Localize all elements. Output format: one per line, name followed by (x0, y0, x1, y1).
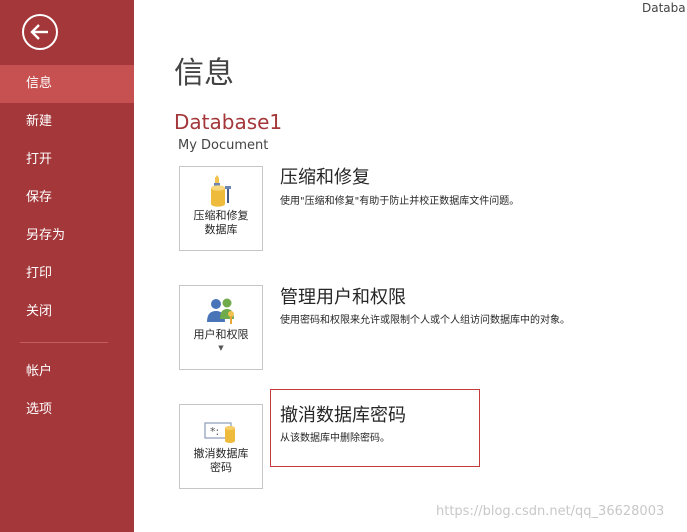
remove-password-title: 撤消数据库密码 (280, 405, 406, 426)
page-title: 信息 (174, 56, 234, 91)
nav-item-save[interactable]: 保存 (0, 179, 134, 217)
compact-repair-label: 压缩和修复 数据库 (193, 209, 249, 236)
database-location: My Document (178, 138, 269, 153)
back-arrow-icon[interactable] (22, 14, 58, 50)
nav-item-new[interactable]: 新建 (0, 103, 134, 141)
users-permissions-button[interactable]: 用户和权限 ▼ (179, 285, 263, 370)
remove-password-icon: *: (180, 413, 262, 447)
users-permissions-description: 使用密码和权限来允许或限制个人或个人组访问数据库中的对象。 (280, 315, 570, 326)
nav-item-print[interactable]: 打印 (0, 255, 134, 293)
users-permissions-icon (180, 294, 262, 328)
svg-text:*:: *: (210, 425, 219, 438)
compact-repair-button[interactable]: 压缩和修复 数据库 (179, 166, 263, 251)
remove-password-label: 撤消数据库 密码 (193, 447, 249, 474)
users-permissions-title: 管理用户和权限 (280, 287, 406, 308)
remove-password-description: 从该数据库中删除密码。 (280, 433, 390, 444)
backstage-sidebar: 信息 新建 打开 保存 另存为 打印 关闭 帐户 选项 (0, 0, 134, 532)
nav-item-options[interactable]: 选项 (0, 391, 134, 429)
nav-item-open[interactable]: 打开 (0, 141, 134, 179)
database-name: Database1 (174, 110, 283, 134)
compact-repair-icon (180, 175, 262, 209)
nav-item-account[interactable]: 帐户 (0, 353, 134, 391)
remove-password-button[interactable]: *: 撤消数据库 密码 (179, 404, 263, 489)
compact-repair-title: 压缩和修复 (280, 167, 370, 188)
chevron-down-icon: ▼ (218, 344, 224, 352)
nav-divider (20, 342, 108, 343)
nav-item-info[interactable]: 信息 (0, 65, 134, 103)
nav-item-close[interactable]: 关闭 (0, 293, 134, 331)
highlight-box (270, 389, 480, 467)
window-title: Databa (642, 1, 686, 15)
users-permissions-label: 用户和权限 (193, 328, 249, 341)
compact-repair-description: 使用"压缩和修复"有助于防止并校正数据库文件问题。 (280, 196, 520, 207)
nav-item-save-as[interactable]: 另存为 (0, 217, 134, 255)
watermark: https://blog.csdn.net/qq_36628003 (436, 504, 665, 519)
